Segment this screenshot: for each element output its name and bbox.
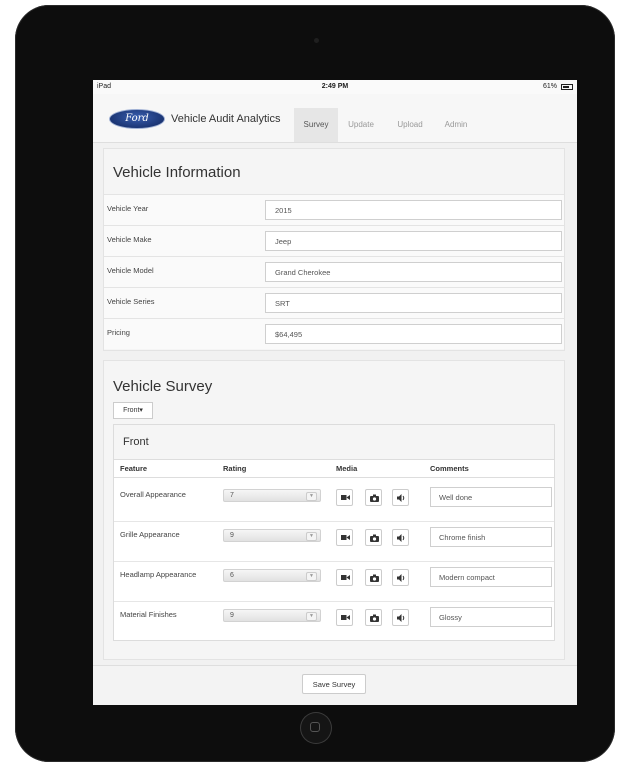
table-row: Overall Appearance 7 ▼ xyxy=(114,482,554,522)
footer-bar: Save Survey xyxy=(93,665,577,705)
tab-survey[interactable]: Survey xyxy=(294,108,338,142)
video-icon xyxy=(341,615,350,620)
tab-admin[interactable]: Admin xyxy=(439,108,473,142)
status-bar: iPad 2:49 PM 61% xyxy=(93,80,577,94)
camera-button[interactable] xyxy=(365,569,382,586)
video-button[interactable] xyxy=(336,529,353,546)
ipad-device: iPad 2:49 PM 61% Ford Vehicle Audit Anal… xyxy=(15,5,615,762)
table-row: Grille Appearance 9 ▼ xyxy=(114,522,554,562)
save-survey-button[interactable]: Save Survey xyxy=(302,674,366,694)
field-label: Pricing xyxy=(107,328,130,337)
video-button[interactable] xyxy=(336,489,353,506)
camera-icon xyxy=(370,494,379,502)
column-header-media: Media xyxy=(336,464,358,473)
camera-button[interactable] xyxy=(365,609,382,626)
rating-value: 6 xyxy=(230,572,234,579)
audio-button[interactable] xyxy=(392,569,409,586)
video-icon xyxy=(341,575,350,580)
field-label: Vehicle Make xyxy=(107,235,152,244)
vehicle-series-input[interactable] xyxy=(265,293,562,313)
field-row-vehicle-series: Vehicle Series xyxy=(104,287,564,318)
tab-upload[interactable]: Upload xyxy=(391,108,429,142)
status-time: 2:49 PM xyxy=(321,83,349,90)
rating-select[interactable]: 6 ▼ xyxy=(223,569,321,582)
pricing-input[interactable] xyxy=(265,324,562,344)
speaker-icon xyxy=(397,574,405,582)
card-header: Front xyxy=(114,425,554,460)
status-battery-level: 61% xyxy=(542,83,557,90)
audio-button[interactable] xyxy=(392,489,409,506)
column-header-rating: Rating xyxy=(223,464,247,473)
vehicle-information-title: Vehicle Information xyxy=(113,164,241,181)
chevron-down-icon: ▼ xyxy=(306,532,317,541)
vehicle-model-input[interactable] xyxy=(265,262,562,282)
vehicle-survey-panel: Vehicle Survey Front▾ Front Feature Rati… xyxy=(103,360,565,660)
field-label: Vehicle Year xyxy=(107,204,149,213)
rating-select[interactable]: 9 ▼ xyxy=(223,609,321,622)
feature-label: Material Finishes xyxy=(120,610,177,619)
front-camera xyxy=(314,38,319,43)
app-screen: iPad 2:49 PM 61% Ford Vehicle Audit Anal… xyxy=(93,80,577,705)
vehicle-survey-title: Vehicle Survey xyxy=(113,378,213,395)
feature-label: Headlamp Appearance xyxy=(120,570,197,579)
audio-button[interactable] xyxy=(392,609,409,626)
field-label: Vehicle Series xyxy=(107,297,155,306)
camera-icon xyxy=(370,574,379,582)
app-brand[interactable]: Vehicle Audit Analytics xyxy=(171,113,280,125)
table-row: Material Finishes 9 ▼ xyxy=(114,602,554,641)
comment-input[interactable] xyxy=(430,607,552,627)
rating-select[interactable]: 7 ▼ xyxy=(223,489,321,502)
rating-value: 9 xyxy=(230,612,234,619)
video-icon xyxy=(341,535,350,540)
field-label: Vehicle Model xyxy=(107,266,154,275)
video-button[interactable] xyxy=(336,609,353,626)
feature-label: Overall Appearance xyxy=(120,490,186,499)
chevron-down-icon: ▼ xyxy=(306,492,317,501)
home-button[interactable] xyxy=(300,712,332,744)
tab-update[interactable]: Update xyxy=(343,108,379,142)
comment-input[interactable] xyxy=(430,527,552,547)
table-row: Headlamp Appearance 6 ▼ xyxy=(114,562,554,602)
field-row-pricing: Pricing xyxy=(104,318,564,349)
speaker-icon xyxy=(397,614,405,622)
battery-icon xyxy=(561,84,573,90)
comment-input[interactable] xyxy=(430,487,552,507)
video-button[interactable] xyxy=(336,569,353,586)
speaker-icon xyxy=(397,494,405,502)
ford-logo-text: Ford xyxy=(125,113,149,124)
rating-select[interactable]: 9 ▼ xyxy=(223,529,321,542)
video-icon xyxy=(341,495,350,500)
front-section-card: Front Feature Rating Media Comments Over… xyxy=(113,424,555,641)
field-row-vehicle-make: Vehicle Make xyxy=(104,225,564,256)
camera-icon xyxy=(370,614,379,622)
top-navbar: Ford Vehicle Audit Analytics Survey Upda… xyxy=(93,94,577,143)
field-row-vehicle-year: Vehicle Year xyxy=(104,194,564,225)
camera-button[interactable] xyxy=(365,529,382,546)
audio-button[interactable] xyxy=(392,529,409,546)
column-header-comments: Comments xyxy=(430,464,469,473)
vehicle-information-panel: Vehicle Information Vehicle Year Vehicle… xyxy=(103,148,565,351)
comment-input[interactable] xyxy=(430,567,552,587)
chevron-down-icon: ▼ xyxy=(306,612,317,621)
column-header-feature: Feature xyxy=(120,464,148,473)
header-divider xyxy=(114,477,554,478)
camera-icon xyxy=(370,534,379,542)
chevron-down-icon: ▼ xyxy=(306,572,317,581)
ford-logo[interactable]: Ford xyxy=(109,109,165,129)
speaker-icon xyxy=(397,534,405,542)
home-square-icon xyxy=(310,722,320,732)
vehicle-make-input[interactable] xyxy=(265,231,562,251)
feature-label: Grille Appearance xyxy=(120,530,180,539)
rating-value: 9 xyxy=(230,532,234,539)
vehicle-year-input[interactable] xyxy=(265,200,562,220)
field-row-vehicle-model: Vehicle Model xyxy=(104,256,564,287)
rating-value: 7 xyxy=(230,492,234,499)
section-dropdown-button[interactable]: Front▾ xyxy=(113,402,153,419)
camera-button[interactable] xyxy=(365,489,382,506)
card-title: Front xyxy=(123,436,149,448)
